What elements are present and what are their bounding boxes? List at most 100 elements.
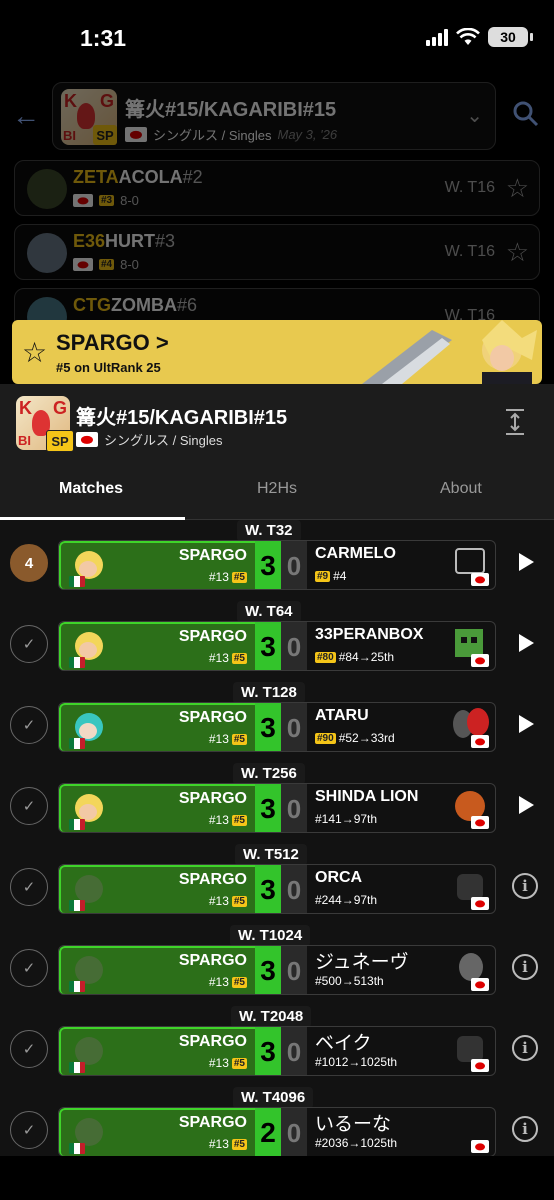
japan-flag-icon (471, 816, 489, 829)
japan-flag-icon (471, 1140, 489, 1153)
match-row[interactable]: W. T4096 ✓ SPARGO #13 #5 2 0 いるーな #2036→1025th i (0, 1087, 554, 1167)
match-row[interactable]: W. T512 ✓ SPARGO #13 #5 3 0 ORCA #244→97th i (0, 844, 554, 924)
mexico-flag-icon (69, 819, 85, 830)
loser-score: 0 (281, 622, 307, 670)
sponsor-tag: ZETA (73, 167, 119, 187)
japan-flag-icon (471, 735, 489, 748)
chevron-down-icon[interactable]: ⌄ (466, 103, 483, 128)
loser-name: 33PERANBOX (315, 626, 424, 643)
game-badge: SP (46, 430, 74, 452)
star-icon[interactable]: ☆ (22, 336, 47, 369)
winner-name: SPARGO (178, 628, 247, 645)
japan-flag-icon (471, 1059, 489, 1072)
mexico-flag-icon (69, 900, 85, 911)
japan-flag-icon (73, 194, 93, 207)
winner-score: 2 (255, 1108, 281, 1156)
match-list: W. T32 4 SPARGO #13 #5 3 0 CARMELO #9 #4 W. T64 ✓ SP… (0, 520, 554, 1200)
loser-avatar (453, 708, 489, 748)
tab-h2hs[interactable]: H2Hs (257, 480, 297, 498)
loser-score: 0 (281, 703, 307, 751)
match-card[interactable]: SPARGO #13 #5 3 0 ORCA #244→97th (58, 864, 496, 914)
match-card[interactable]: SPARGO #13 #5 3 0 33PERANBOX #80 #84→25th (58, 621, 496, 671)
winner-score: 3 (255, 541, 281, 589)
tab-about[interactable]: About (440, 480, 482, 498)
round-label: W. T512 (235, 844, 307, 866)
search-icon[interactable] (512, 100, 540, 128)
record: 8-0 (120, 193, 139, 208)
play-icon[interactable] (519, 715, 534, 733)
back-arrow-icon[interactable]: ← (12, 100, 40, 132)
winner-name: SPARGO (178, 709, 247, 726)
record: 8-0 (120, 257, 139, 272)
loser-avatar (453, 546, 489, 586)
play-icon[interactable] (519, 553, 534, 571)
list-item[interactable]: ZETAACOLA#2 #3 8-0 W. T16 ☆ (14, 160, 540, 216)
match-card[interactable]: SPARGO #13 #5 3 0 ATARU #90 #52→33rd (58, 702, 496, 752)
info-icon[interactable]: i (512, 954, 538, 980)
winner-name: SPARGO (178, 1033, 247, 1050)
japan-flag-icon (125, 127, 147, 142)
expand-icon[interactable] (504, 408, 526, 436)
match-status: ✓ (10, 1111, 48, 1149)
play-icon[interactable] (519, 796, 534, 814)
match-card[interactable]: SPARGO #13 #5 3 0 ベイク #1012→1025th (58, 1026, 496, 1076)
info-icon[interactable]: i (512, 1116, 538, 1142)
winner-side: SPARGO #13 #5 (59, 1027, 255, 1075)
player-name: ZOMBA (111, 295, 177, 315)
loser-score: 0 (281, 865, 307, 913)
seed: #2 (182, 167, 203, 187)
winner-seed: #13 (208, 732, 229, 746)
list-item[interactable]: E36HURT#3 #4 8-0 W. T16 ☆ (14, 224, 540, 280)
player-name: SPARGO > (56, 330, 169, 355)
star-icon[interactable]: ☆ (506, 173, 529, 204)
rank-badge: #80 (315, 651, 336, 663)
star-icon[interactable]: ☆ (506, 237, 529, 268)
info-icon[interactable]: i (512, 873, 538, 899)
loser-seed: #52→33rd (338, 731, 395, 745)
loser-score: 0 (281, 1108, 307, 1156)
player-rank: #5 on UltRank 25 (56, 360, 161, 375)
round-label: W. T2048 (231, 1006, 312, 1028)
match-card[interactable]: SPARGO #13 #5 2 0 いるーな #2036→1025th (58, 1107, 496, 1157)
match-row[interactable]: W. T32 4 SPARGO #13 #5 3 0 CARMELO #9 #4 (0, 520, 554, 600)
winner-side: SPARGO #13 #5 (59, 622, 255, 670)
mexico-flag-icon (69, 657, 85, 668)
round-label: W. T32 (237, 520, 301, 542)
winner-score: 3 (255, 622, 281, 670)
rank-badge: #5 (231, 652, 247, 664)
loser-score: 0 (281, 1027, 307, 1075)
winner-avatar (67, 547, 107, 587)
round-label: W. T128 (233, 682, 305, 704)
mexico-flag-icon (69, 1143, 85, 1154)
match-card[interactable]: SPARGO #13 #5 3 0 SHINDA LION #141→97th (58, 783, 496, 833)
info-icon[interactable]: i (512, 1035, 538, 1061)
match-status: ✓ (10, 949, 48, 987)
match-row[interactable]: W. T1024 ✓ SPARGO #13 #5 3 0 ジュネーヴ #500→513th i (0, 925, 554, 1005)
match-card[interactable]: SPARGO #13 #5 3 0 ジュネーヴ #500→513th (58, 945, 496, 995)
winner-avatar (67, 1033, 107, 1073)
loser-score: 0 (281, 784, 307, 832)
match-status: ✓ (10, 1030, 48, 1068)
winner-side: SPARGO #13 #5 (59, 1108, 255, 1156)
battery-icon: 30 (488, 27, 533, 47)
winner-name: SPARGO (178, 1114, 247, 1131)
winner-avatar (67, 790, 107, 830)
match-row[interactable]: W. T128 ✓ SPARGO #13 #5 3 0 ATARU #90 #52→33rd (0, 682, 554, 762)
bottom-safe-area (0, 1156, 554, 1200)
match-card[interactable]: SPARGO #13 #5 3 0 CARMELO #9 #4 (58, 540, 496, 590)
rank-badge: #5 (231, 1057, 247, 1069)
loser-seed: #244→97th (315, 893, 378, 907)
match-row[interactable]: W. T2048 ✓ SPARGO #13 #5 3 0 ベイク #1012→1025th i (0, 1006, 554, 1086)
player-banner[interactable]: ☆ SPARGO > #5 on UltRank 25 (12, 320, 542, 384)
winner-name: SPARGO (178, 547, 247, 564)
match-row[interactable]: W. T256 ✓ SPARGO #13 #5 3 0 SHINDA LION #141→97t… (0, 763, 554, 843)
signal-icon (426, 28, 448, 46)
round-label: W. T4096 (233, 1087, 314, 1109)
status-icons: 30 (426, 27, 533, 47)
japan-flag-icon (471, 897, 489, 910)
winner-side: SPARGO #13 #5 (59, 703, 255, 751)
tab-matches[interactable]: Matches (59, 480, 123, 498)
event-header-card[interactable]: K G BI SP 篝火#15/KAGARIBI#15 シングルス / Single… (52, 82, 496, 150)
play-icon[interactable] (519, 634, 534, 652)
match-row[interactable]: W. T64 ✓ SPARGO #13 #5 3 0 33PERANBOX #80 #84→25t… (0, 601, 554, 681)
